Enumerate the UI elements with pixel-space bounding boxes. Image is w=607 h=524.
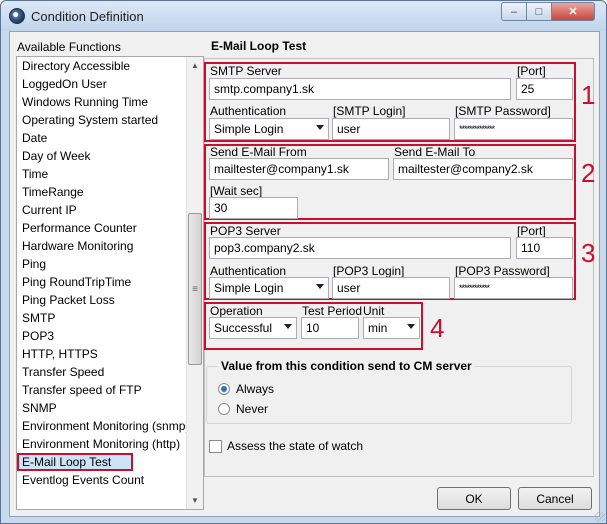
scroll-up-icon[interactable]: ▲ — [187, 57, 203, 74]
list-item[interactable]: Time — [17, 165, 187, 183]
radio-never-label: Never — [236, 402, 269, 416]
smtp-auth-value: Simple Login — [214, 122, 284, 136]
chevron-down-icon — [407, 324, 415, 329]
pop3-auth-select[interactable]: Simple Login — [209, 277, 329, 299]
smtp-server-input[interactable]: smtp.company1.sk — [209, 78, 511, 100]
resize-grip-icon[interactable] — [595, 512, 605, 522]
assess-state-label: Assess the state of watch — [227, 439, 364, 453]
list-item[interactable]: Current IP — [17, 201, 187, 219]
assess-state-checkbox-row[interactable]: Assess the state of watch — [209, 439, 363, 453]
list-item[interactable]: Ping — [17, 255, 187, 273]
title-bar[interactable]: Condition Definition – □ ✕ — [1, 1, 606, 31]
list-item[interactable]: Date — [17, 129, 187, 147]
list-item[interactable]: Transfer Speed — [17, 363, 187, 381]
smtp-server-label: SMTP Server — [210, 64, 282, 78]
list-item[interactable]: Ping Packet Loss — [17, 291, 187, 309]
smtp-port-input[interactable]: 25 — [516, 78, 573, 100]
radio-always[interactable]: Always — [218, 382, 274, 396]
list-item[interactable]: Transfer speed of FTP — [17, 381, 187, 399]
test-period-input[interactable]: 10 — [301, 317, 359, 339]
list-item[interactable]: Eventlog Events Count — [17, 471, 187, 489]
wait-sec-label: [Wait sec] — [210, 184, 263, 198]
test-period-label: Test Period — [302, 304, 363, 318]
pop3-password-label: [POP3 Password] — [455, 264, 550, 278]
callout-2: 2 — [581, 158, 596, 188]
send-from-input[interactable]: mailtester@company1.sk — [209, 158, 389, 180]
functions-list-items: Directory Accessible LoggedOn User Windows… — [17, 57, 189, 489]
unit-value: min — [368, 321, 388, 335]
smtp-auth-select[interactable]: Simple Login — [209, 118, 329, 140]
pop3-server-label: POP3 Server — [210, 224, 281, 238]
list-item[interactable]: Hardware Monitoring — [17, 237, 187, 255]
list-item[interactable]: Operating System started — [17, 111, 187, 129]
list-item[interactable]: SMTP — [17, 309, 187, 327]
pop3-port-label: [Port] — [517, 224, 546, 238]
list-item[interactable]: Performance Counter — [17, 219, 187, 237]
app-icon — [9, 8, 25, 24]
functions-list[interactable]: Directory Accessible LoggedOn User Windows… — [16, 56, 204, 510]
list-item[interactable]: LoggedOn User — [17, 75, 187, 93]
unit-label: Unit — [363, 304, 385, 318]
minimize-button[interactable]: – — [501, 2, 527, 21]
send-from-label: Send E-Mail From — [210, 145, 307, 159]
pop3-auth-value: Simple Login — [214, 281, 284, 295]
scroll-down-icon[interactable]: ▼ — [187, 492, 203, 509]
assess-state-checkbox[interactable] — [209, 439, 222, 453]
list-item[interactable]: Environment Monitoring (snmp) — [17, 417, 189, 435]
list-item[interactable]: E-Mail Loop Test — [17, 453, 133, 471]
unit-select[interactable]: min — [363, 317, 420, 339]
callout-1: 1 — [581, 80, 596, 110]
close-button[interactable]: ✕ — [551, 2, 595, 21]
chevron-down-icon — [316, 125, 324, 130]
radio-never-circle[interactable] — [218, 403, 230, 415]
pop3-server-input[interactable]: pop3.company2.sk — [209, 237, 511, 259]
smtp-port-label: [Port] — [517, 64, 546, 78]
pop3-login-input[interactable]: user — [332, 277, 450, 299]
radio-always-circle[interactable] — [218, 383, 230, 395]
list-item[interactable]: Windows Running Time — [17, 93, 187, 111]
send-to-input[interactable]: mailtester@company2.sk — [393, 158, 573, 180]
operation-select[interactable]: Successful — [209, 317, 297, 339]
wait-sec-input[interactable]: 30 — [209, 197, 298, 219]
smtp-auth-label: Authentication — [210, 104, 287, 118]
scroll-thumb[interactable]: ≡ — [188, 213, 202, 365]
functions-list-scrollbar[interactable]: ▲ ≡ ▼ — [186, 57, 203, 509]
list-item[interactable]: Environment Monitoring (http) — [17, 435, 187, 453]
operation-value: Successful — [214, 321, 273, 335]
list-item[interactable]: Day of Week — [17, 147, 187, 165]
pop3-password-input[interactable]: ************ — [454, 277, 573, 299]
chevron-down-icon — [284, 324, 292, 329]
pop3-auth-label: Authentication — [210, 264, 287, 278]
list-item[interactable]: SNMP — [17, 399, 187, 417]
send-to-label: Send E-Mail To — [394, 145, 476, 159]
window-title: Condition Definition — [31, 9, 144, 24]
pop3-port-input[interactable]: 110 — [516, 237, 573, 259]
cancel-button[interactable]: Cancel — [518, 487, 592, 510]
smtp-login-input[interactable]: user — [332, 118, 450, 140]
available-functions-label: Available Functions — [17, 40, 121, 54]
maximize-button[interactable]: □ — [526, 2, 552, 21]
smtp-password-label: [SMTP Password] — [455, 104, 551, 118]
panel-title: E-Mail Loop Test — [211, 39, 307, 53]
chevron-down-icon — [316, 284, 324, 289]
operation-label: Operation — [210, 304, 263, 318]
radio-always-label: Always — [236, 382, 275, 396]
smtp-login-label: [SMTP Login] — [333, 104, 406, 118]
radio-selected-dot — [221, 386, 227, 392]
radio-never[interactable]: Never — [218, 402, 268, 416]
callout-4: 4 — [430, 313, 445, 343]
list-item[interactable]: Directory Accessible — [17, 57, 187, 75]
ok-button[interactable]: OK — [437, 487, 511, 510]
callout-3: 3 — [581, 238, 596, 268]
list-item[interactable]: TimeRange — [17, 183, 187, 201]
pop3-login-label: [POP3 Login] — [333, 264, 405, 278]
smtp-password-input[interactable]: ************** — [454, 118, 573, 140]
list-item[interactable]: POP3 — [17, 327, 187, 345]
list-item[interactable]: Ping RoundTripTime — [17, 273, 187, 291]
send-value-group-title: Value from this condition send to CM ser… — [218, 359, 475, 373]
list-item[interactable]: HTTP, HTTPS — [17, 345, 187, 363]
